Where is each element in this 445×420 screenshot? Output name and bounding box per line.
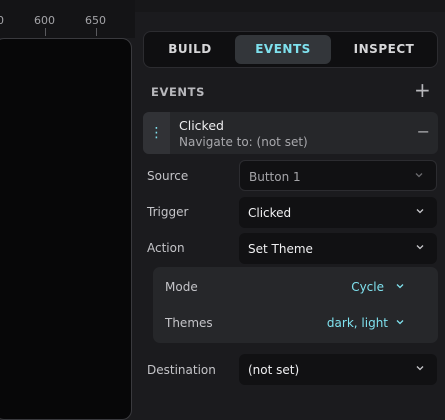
event-subtitle: Navigate to: (not set) [179,135,308,149]
theme-options-panel: Mode Cycle Themes dark, light [153,267,438,343]
tab-build[interactable]: BUILD [147,35,233,64]
chevron-down-icon[interactable] [396,318,404,326]
action-select[interactable]: Set Theme [239,233,437,264]
chevron-down-icon [416,209,424,214]
chevron-down-icon [415,173,423,178]
source-value: Button 1 [249,170,301,184]
event-title: Clicked [179,118,224,133]
destination-select[interactable]: (not set) [239,354,437,385]
destination-label: Destination [147,363,216,377]
events-section-title: EVENTS [151,85,205,99]
design-canvas[interactable] [0,38,132,420]
ruler-tick-mark [45,28,46,36]
panel-tabs: BUILD EVENTS INSPECT [143,31,438,68]
trigger-label: Trigger [147,205,189,219]
themes-value[interactable]: dark, light [327,316,388,330]
trigger-select[interactable]: Clicked [239,197,437,228]
chevron-down-icon [416,366,424,371]
plus-icon[interactable]: + [414,78,431,102]
ruler-tick-label: 600 [34,14,55,27]
action-label: Action [147,241,185,255]
ruler-tick-mark [96,28,97,36]
drag-handle-icon[interactable]: ⋮ [143,112,170,154]
themes-label: Themes [165,316,213,330]
destination-value: (not set) [248,363,300,377]
chevron-down-icon[interactable] [396,282,404,290]
top-strip [135,0,445,12]
mode-value[interactable]: Cycle [351,280,384,294]
chevron-down-icon [416,245,424,250]
tab-events[interactable]: EVENTS [235,35,331,64]
ruler-tick-label: 650 [85,14,106,27]
event-card[interactable]: ⋮ Clicked Navigate to: (not set) − [143,112,438,154]
mode-label: Mode [165,280,198,294]
ruler-tick-label: 0 [0,14,4,27]
action-value: Set Theme [248,242,313,256]
source-select[interactable]: Button 1 [239,160,437,191]
source-label: Source [147,169,189,183]
horizontal-ruler: 0 600 650 [0,0,135,38]
tab-inspect[interactable]: INSPECT [333,35,435,64]
trigger-value: Clicked [248,206,292,220]
collapse-icon[interactable]: − [417,122,430,141]
